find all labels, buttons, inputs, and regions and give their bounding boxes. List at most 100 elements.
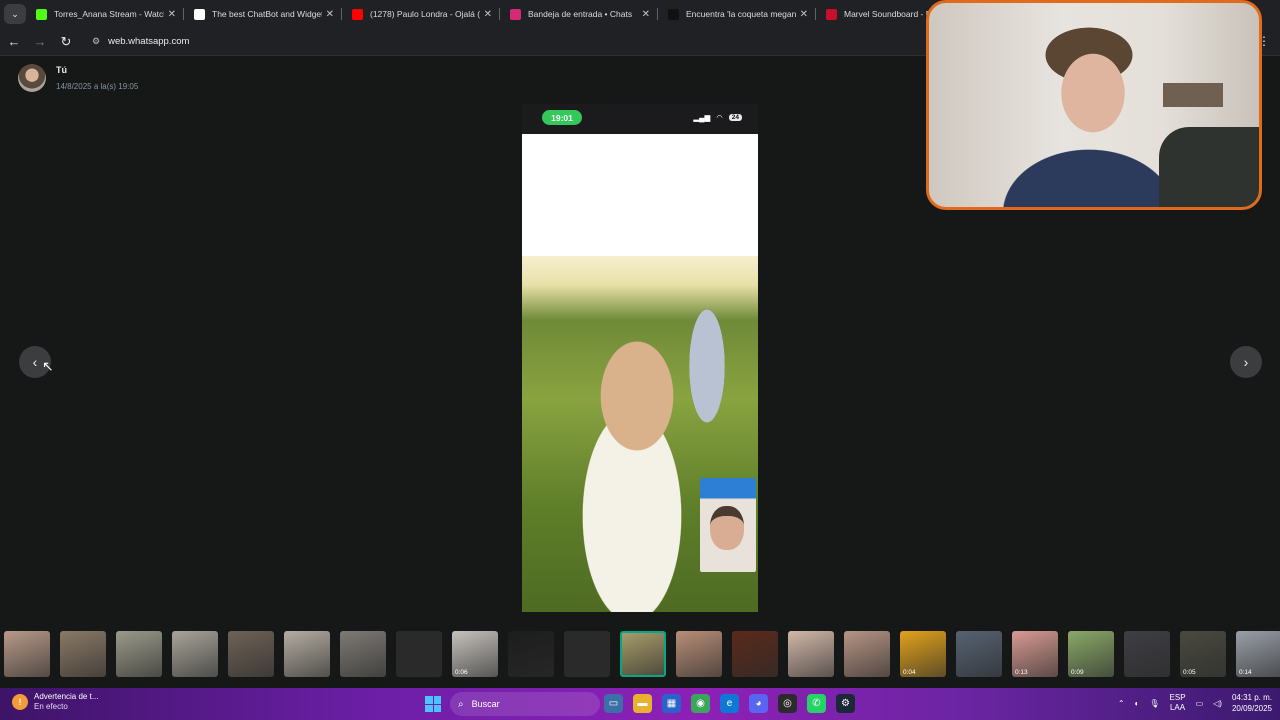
microsoft-store-icon[interactable]: ▦ bbox=[662, 694, 681, 713]
network-icon[interactable]: ▭ bbox=[1196, 699, 1204, 708]
thumbnail[interactable] bbox=[172, 631, 218, 677]
browser-tab[interactable]: (1278) Paulo Londra - Ojalá (Of ✕ bbox=[342, 0, 500, 28]
thumbnail[interactable] bbox=[396, 631, 442, 677]
tab-title: Bandeja de entrada • Chats bbox=[528, 9, 633, 19]
thumbnail[interactable]: 0:13 bbox=[1012, 631, 1058, 677]
close-tab-icon[interactable]: ✕ bbox=[168, 9, 176, 20]
mouse-cursor-icon: ↖ bbox=[42, 358, 54, 374]
sender-header: Tú 14/8/2025 a la(s) 19:05 bbox=[18, 64, 138, 92]
tray-app-icon[interactable]: ◐ bbox=[1135, 699, 1140, 708]
file-explorer-icon[interactable]: ▬ bbox=[633, 694, 652, 713]
thumbnail[interactable]: 0:05 bbox=[1180, 631, 1226, 677]
close-tab-icon[interactable]: ✕ bbox=[484, 9, 492, 20]
steam-icon[interactable]: ⚙ bbox=[836, 694, 855, 713]
chrome-icon[interactable]: ◉ bbox=[691, 694, 710, 713]
warning-title: Advertencia de t... bbox=[34, 692, 99, 701]
tab-title: (1278) Paulo Londra - Ojalá (Of bbox=[370, 9, 480, 19]
video-duration: 0:14 bbox=[1239, 669, 1252, 676]
thumbnail[interactable] bbox=[1124, 631, 1170, 677]
thumbnail[interactable] bbox=[60, 631, 106, 677]
tiktok-icon bbox=[668, 8, 679, 20]
taskbar-search[interactable]: ⌕ Buscar bbox=[450, 692, 600, 716]
browser-tab[interactable]: The best ChatBot and Widgets ✕ bbox=[184, 0, 342, 28]
browser-tab[interactable]: Encuentra 'la coqueta megan fu ✕ bbox=[658, 0, 816, 28]
weather-warning-widget[interactable]: ! Advertencia de t... En efecto bbox=[12, 692, 98, 712]
thumbnail[interactable] bbox=[956, 631, 1002, 677]
pip-face bbox=[710, 506, 744, 550]
browser-tab[interactable]: Torres_Anana Stream - Watch L ✕ bbox=[26, 0, 184, 28]
close-tab-icon[interactable]: ✕ bbox=[642, 9, 650, 20]
shelf bbox=[1163, 83, 1223, 107]
tab-title: The best ChatBot and Widgets bbox=[212, 9, 322, 19]
thumbnail[interactable] bbox=[564, 631, 610, 677]
kick-icon bbox=[36, 8, 47, 20]
volume-icon[interactable]: ◁) bbox=[1213, 699, 1222, 708]
wifi-icon: ◠ bbox=[716, 113, 723, 122]
thumbnail[interactable]: 0:06 bbox=[452, 631, 498, 677]
windows-taskbar: ! Advertencia de t... En efecto ⌕ Buscar… bbox=[0, 688, 1280, 720]
thumbnail[interactable]: 0:14 bbox=[1236, 631, 1280, 677]
phone-status-bar: 19:01 ▂▄▆ ◠ 24 bbox=[522, 104, 758, 134]
video-duration: 0:06 bbox=[455, 669, 468, 676]
thumbnail[interactable]: 0:04 bbox=[900, 631, 946, 677]
windows-start-icon[interactable] bbox=[425, 696, 441, 712]
thumbnail[interactable] bbox=[844, 631, 890, 677]
system-clock[interactable]: 04:31 p. m. 20/09/2025 bbox=[1232, 692, 1272, 714]
obs-icon[interactable]: ◎ bbox=[778, 694, 797, 713]
thumbnail[interactable] bbox=[116, 631, 162, 677]
video-duration: 0:09 bbox=[1071, 669, 1084, 676]
task-view-icon[interactable]: ▭ bbox=[604, 694, 623, 713]
thumbnail[interactable] bbox=[4, 631, 50, 677]
sender-name: Tú bbox=[56, 65, 67, 75]
edge-icon[interactable]: e bbox=[720, 694, 739, 713]
thumbnail[interactable] bbox=[340, 631, 386, 677]
close-tab-icon[interactable]: ✕ bbox=[326, 9, 334, 20]
browser-tab[interactable]: Bandeja de entrada • Chats ✕ bbox=[500, 0, 658, 28]
video-duration: 0:05 bbox=[1183, 669, 1196, 676]
next-media-button[interactable]: › bbox=[1230, 346, 1262, 378]
language-indicator[interactable]: ESP LAA bbox=[1170, 693, 1186, 713]
thumbnail[interactable] bbox=[228, 631, 274, 677]
phone-time: 19:01 bbox=[542, 110, 582, 125]
close-tab-icon[interactable]: ✕ bbox=[800, 9, 808, 20]
tab-search-menu-icon[interactable]: ⌄ bbox=[4, 4, 26, 24]
whatsapp-icon[interactable]: ✆ bbox=[807, 694, 826, 713]
thumbnail[interactable] bbox=[508, 631, 554, 677]
warning-sub: En efecto bbox=[34, 702, 68, 711]
signal-icon: ▂▄▆ bbox=[693, 113, 711, 122]
warning-icon: ! bbox=[12, 694, 28, 710]
webcam-overlay bbox=[926, 0, 1262, 210]
back-arrow-icon[interactable]: ← bbox=[2, 30, 26, 54]
sent-date: 14/8/2025 a la(s) 19:05 bbox=[56, 82, 139, 91]
thumbnail[interactable]: 0:09 bbox=[1068, 631, 1114, 677]
tab-title: Torres_Anana Stream - Watch L bbox=[54, 9, 164, 19]
tray-overflow-icon[interactable]: ⌃ bbox=[1118, 699, 1125, 708]
media-thumbnail-strip: 0:06 0:04 0:13 0:09 0:05 0:14 bbox=[0, 626, 1280, 682]
marvel-icon bbox=[826, 8, 837, 20]
thumbnail[interactable] bbox=[732, 631, 778, 677]
thumbnail-selected[interactable] bbox=[620, 631, 666, 677]
streamelements-icon bbox=[194, 8, 205, 20]
lang-bottom: LAA bbox=[1169, 703, 1186, 712]
tab-title: Encuentra 'la coqueta megan fu bbox=[686, 9, 796, 19]
site-settings-icon[interactable]: ⚙ bbox=[92, 36, 100, 47]
bed bbox=[1159, 127, 1259, 207]
forward-arrow-icon[interactable]: → bbox=[28, 30, 52, 54]
media-image: 19:01 ▂▄▆ ◠ 24 bbox=[522, 104, 758, 612]
video-duration: 0:04 bbox=[903, 669, 916, 676]
avatar bbox=[18, 64, 46, 92]
clock-time: 04:31 p. m. bbox=[1231, 693, 1272, 702]
search-label: Buscar bbox=[471, 699, 500, 709]
thumbnail[interactable] bbox=[788, 631, 834, 677]
microphone-icon[interactable]: 🎙 bbox=[1149, 699, 1159, 708]
discord-icon[interactable]: ◕ bbox=[749, 694, 768, 713]
reload-icon[interactable]: ↻ bbox=[54, 30, 78, 54]
battery-icon: 24 bbox=[728, 114, 742, 121]
thumbnail[interactable] bbox=[284, 631, 330, 677]
video-duration: 0:13 bbox=[1015, 669, 1028, 676]
thumbnail[interactable] bbox=[676, 631, 722, 677]
address-url: web.whatsapp.com bbox=[108, 36, 190, 47]
instagram-icon bbox=[510, 8, 521, 20]
clock-date: 20/09/2025 bbox=[1231, 704, 1272, 713]
address-bar[interactable]: ⚙ web.whatsapp.com bbox=[84, 30, 924, 53]
